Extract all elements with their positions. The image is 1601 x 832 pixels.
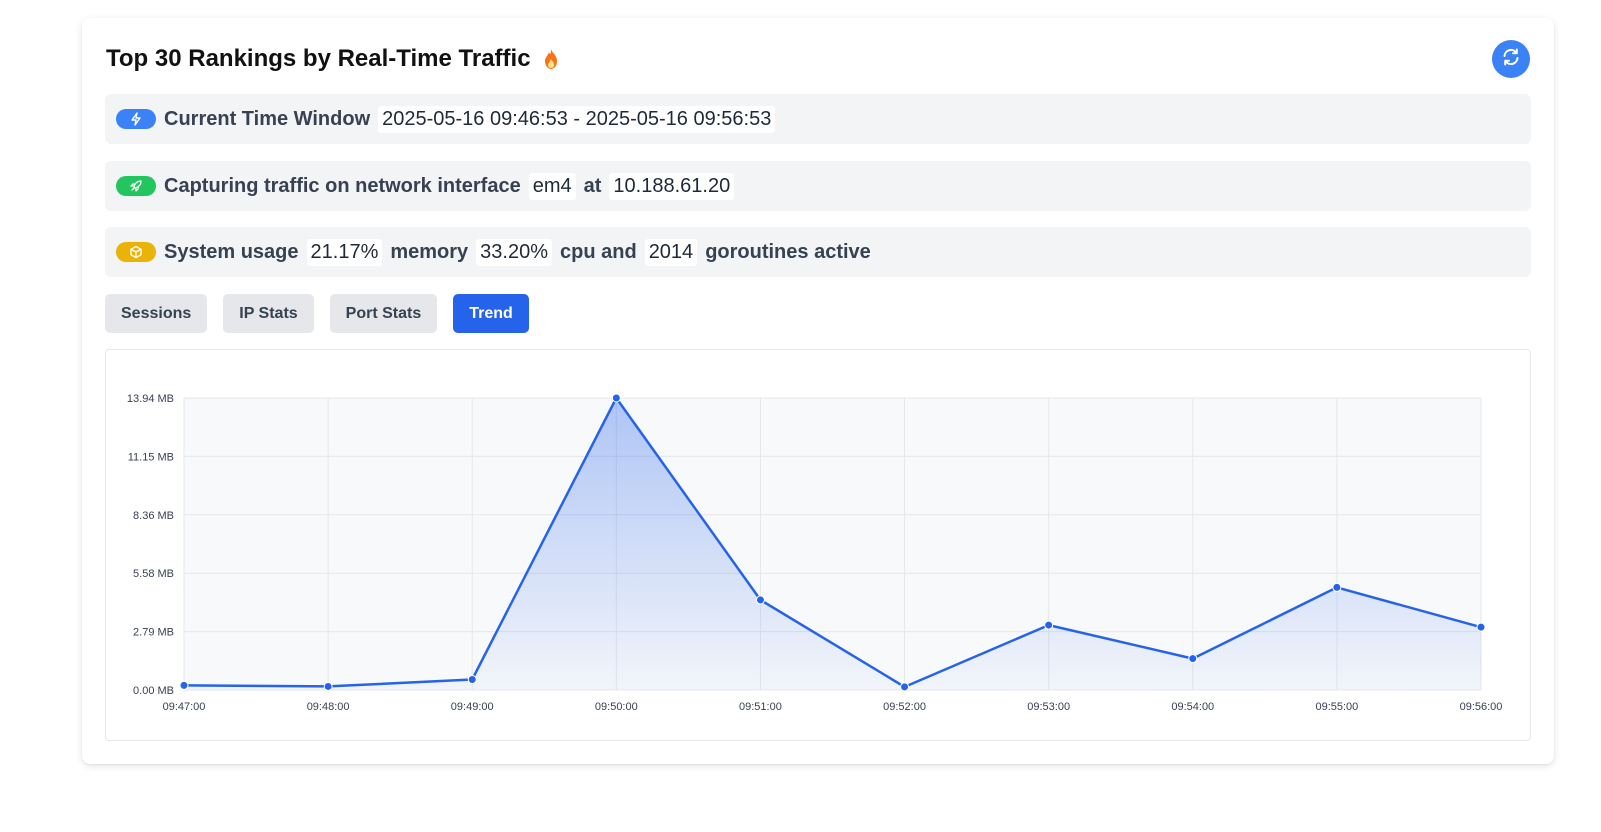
y-tick-label: 2.79 MB bbox=[133, 627, 174, 639]
time-window-row: Current Time Window 2025-05-16 09:46:53 … bbox=[105, 94, 1531, 144]
cube-icon bbox=[116, 242, 156, 262]
data-point[interactable] bbox=[323, 681, 333, 691]
system-usage-label: System usage bbox=[164, 240, 299, 263]
y-tick-label: 13.94 MB bbox=[127, 393, 174, 405]
memory-value: 21.17% bbox=[306, 238, 383, 266]
interface-value: em4 bbox=[528, 172, 576, 200]
data-point[interactable] bbox=[900, 682, 910, 692]
rankings-card: Top 30 Rankings by Real-Time Traffic Cur… bbox=[82, 18, 1554, 764]
tab-trend[interactable]: Trend bbox=[453, 294, 529, 333]
tab-sessions[interactable]: Sessions bbox=[105, 294, 208, 333]
capture-row: Capturing traffic on network interface e… bbox=[105, 161, 1531, 211]
rocket-icon bbox=[116, 176, 156, 196]
view-tabs: Sessions IP Stats Port Stats Trend bbox=[105, 294, 529, 333]
data-point[interactable] bbox=[179, 680, 189, 690]
refresh-button[interactable] bbox=[1492, 40, 1530, 78]
goroutines-label: goroutines active bbox=[705, 240, 871, 263]
flame-icon bbox=[541, 48, 561, 70]
tab-ip-stats[interactable]: IP Stats bbox=[223, 294, 314, 333]
x-tick-label: 09:48:00 bbox=[307, 701, 350, 713]
lightning-icon bbox=[116, 109, 156, 129]
data-point[interactable] bbox=[1332, 582, 1342, 592]
data-point[interactable] bbox=[1476, 622, 1486, 632]
y-tick-label: 11.15 MB bbox=[128, 451, 174, 463]
data-point[interactable] bbox=[1044, 620, 1054, 630]
system-usage-row: System usage 21.17% memory 33.20% cpu an… bbox=[105, 227, 1531, 277]
cpu-label: cpu and bbox=[560, 240, 637, 263]
data-point[interactable] bbox=[467, 675, 477, 685]
y-tick-label: 0.00 MB bbox=[133, 685, 174, 697]
x-tick-label: 09:49:00 bbox=[451, 701, 494, 713]
x-tick-label: 09:47:00 bbox=[163, 701, 206, 713]
x-tick-label: 09:54:00 bbox=[1171, 701, 1214, 713]
y-tick-label: 8.36 MB bbox=[133, 510, 174, 522]
x-tick-label: 09:50:00 bbox=[595, 701, 638, 713]
time-window-value: 2025-05-16 09:46:53 - 2025-05-16 09:56:5… bbox=[378, 105, 776, 133]
x-tick-label: 09:51:00 bbox=[739, 701, 782, 713]
x-tick-label: 09:56:00 bbox=[1460, 701, 1503, 713]
time-window-label: Current Time Window bbox=[164, 107, 371, 130]
data-point[interactable] bbox=[755, 595, 765, 605]
x-tick-label: 09:55:00 bbox=[1315, 701, 1358, 713]
y-tick-label: 5.58 MB bbox=[133, 568, 174, 580]
trend-chart: 0.00 MB 2.79 MB 5.58 MB 8.36 MB 11.15 MB 13.9… bbox=[105, 349, 1531, 741]
cpu-value: 33.20% bbox=[476, 238, 553, 266]
page-title: Top 30 Rankings by Real-Time Traffic bbox=[106, 45, 531, 72]
x-tick-label: 09:52:00 bbox=[883, 701, 926, 713]
memory-label: memory bbox=[390, 240, 469, 263]
data-point[interactable] bbox=[611, 393, 621, 403]
trend-chart-svg: 0.00 MB 2.79 MB 5.58 MB 8.36 MB 11.15 MB 13.9… bbox=[127, 393, 1503, 713]
tab-port-stats[interactable]: Port Stats bbox=[329, 294, 438, 333]
goroutines-value: 2014 bbox=[644, 238, 698, 266]
header: Top 30 Rankings by Real-Time Traffic bbox=[106, 44, 561, 74]
x-tick-label: 09:53:00 bbox=[1027, 701, 1070, 713]
ip-value: 10.188.61.20 bbox=[609, 172, 735, 200]
at-label: at bbox=[583, 174, 602, 197]
data-point[interactable] bbox=[1188, 654, 1198, 664]
refresh-icon bbox=[1501, 47, 1521, 72]
capture-label: Capturing traffic on network interface bbox=[164, 174, 521, 197]
